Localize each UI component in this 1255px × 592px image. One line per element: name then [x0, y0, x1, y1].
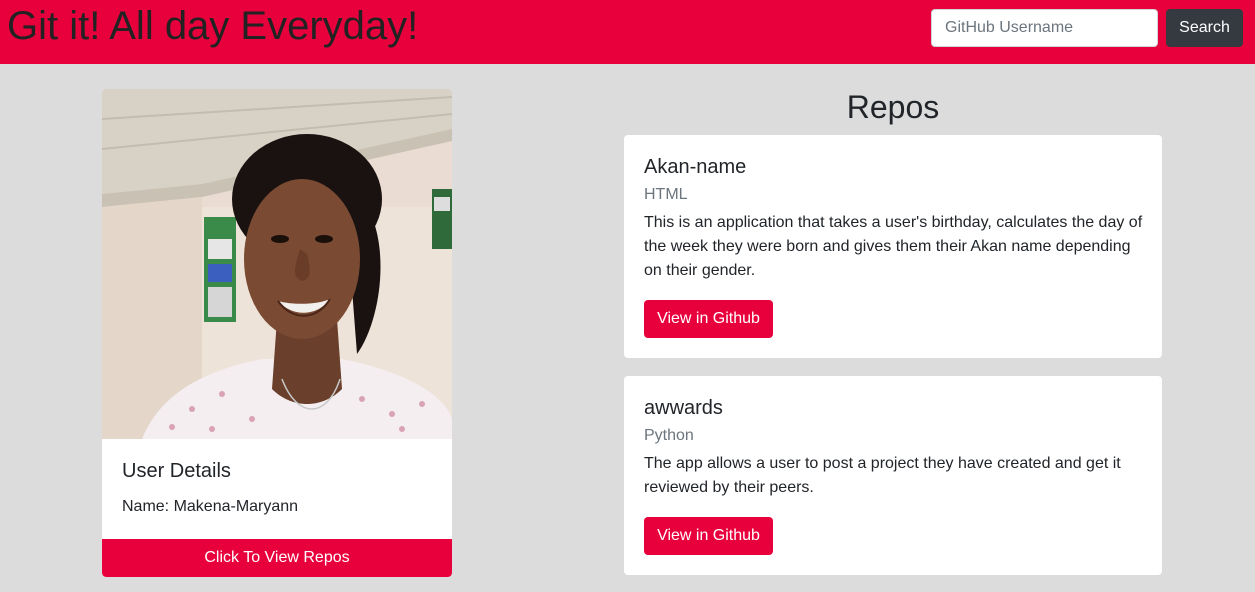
navbar: Git it! All day Everyday! Search — [0, 0, 1255, 64]
repos-heading: Repos — [846, 89, 940, 125]
view-repos-button[interactable]: Click To View Repos — [102, 539, 452, 577]
user-name: Name: Makena-Maryann — [122, 498, 299, 515]
repo-card: awwards Python The app allows a user to … — [624, 376, 1162, 575]
view-in-github-button[interactable]: View in Github — [644, 517, 773, 555]
repo-name: Akan-name — [644, 156, 747, 178]
repo-card: Akan-name HTML This is an application th… — [624, 135, 1162, 358]
view-in-github-button[interactable]: View in Github — [644, 300, 773, 338]
repo-language: Python — [644, 427, 694, 444]
repo-description: This is an application that takes a user… — [644, 214, 1143, 279]
repo-language: HTML — [644, 186, 688, 203]
user-details-heading: User Details — [122, 460, 231, 482]
username-search-input[interactable] — [931, 9, 1158, 47]
brand-title[interactable]: Git it! All day Everyday! — [7, 2, 418, 50]
search-button[interactable]: Search — [1166, 9, 1243, 47]
user-avatar — [102, 89, 452, 439]
profile-card: User Details Name: Makena-Maryann Click … — [102, 89, 452, 577]
repo-name: awwards — [644, 397, 723, 419]
repo-description: The app allows a user to post a project … — [644, 455, 1121, 496]
